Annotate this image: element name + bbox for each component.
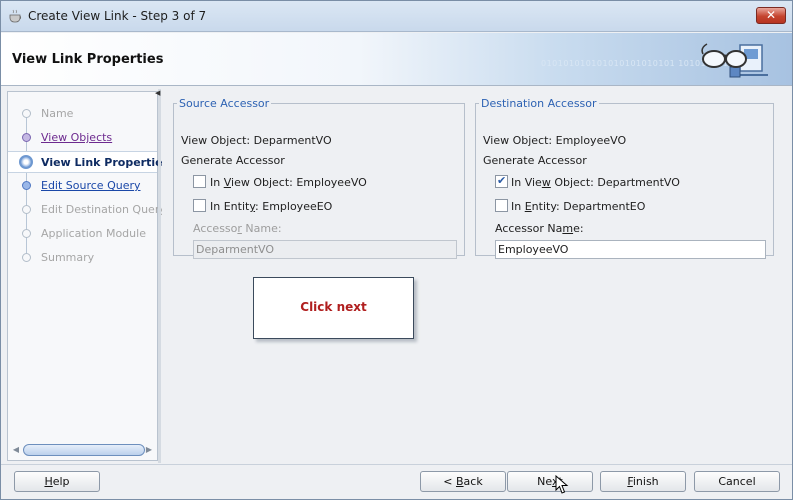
destination-view-object-label: View Object: EmployeeVO — [483, 134, 627, 147]
destination-in-view-object-checkbox[interactable] — [495, 174, 508, 188]
step-dot-icon — [22, 205, 31, 214]
step-dot-icon — [22, 133, 31, 142]
nav-step-label[interactable]: Edit Source Query — [41, 179, 141, 192]
collapse-arrow-icon[interactable]: ◀ — [155, 89, 160, 97]
source-in-view-object-checkbox[interactable] — [193, 175, 206, 188]
nav-step-view-objects[interactable]: View Objects — [8, 127, 157, 149]
destination-in-entity-checkbox[interactable] — [495, 199, 508, 212]
step-dot-icon — [22, 229, 31, 238]
destination-accessor-group: Destination Accessor View Object: Employ… — [475, 97, 774, 259]
nav-step-name: Name — [8, 103, 157, 125]
current-step-icon — [19, 155, 33, 169]
step-dot-icon — [22, 253, 31, 262]
button-bar: Help < Back Next Finish Cancel — [1, 464, 792, 499]
source-in-entity-label[interactable]: In Entity: EmployeeEO — [210, 200, 332, 213]
cancel-button[interactable]: Cancel — [694, 471, 780, 492]
window-title: Create View Link - Step 3 of 7 — [28, 9, 207, 23]
main-panel: Source Accessor View Object: DeparmentVO… — [162, 89, 790, 463]
wizard-step-navigator: Name View Objects View Link Properties E… — [7, 91, 169, 461]
step-dot-icon — [22, 109, 31, 118]
scroll-thumb[interactable] — [23, 444, 145, 456]
source-accessor-name-input: DeparmentVO — [193, 240, 457, 259]
nav-step-label: Name — [41, 107, 74, 120]
dialog-window: Create View Link - Step 3 of 7 ✕ View Li… — [0, 0, 793, 500]
nav-step-edit-source-query[interactable]: Edit Source Query — [8, 175, 157, 197]
source-accessor-name-label: Accessor Name: — [193, 222, 282, 235]
destination-generate-accessor-label: Generate Accessor — [483, 154, 587, 167]
instruction-callout: Click next — [253, 277, 414, 339]
source-in-entity-checkbox[interactable] — [193, 199, 206, 212]
callout-text: Click next — [300, 300, 367, 314]
destination-accessor-name-label: Accessor Name: — [495, 222, 584, 235]
title-bar: Create View Link - Step 3 of 7 ✕ — [1, 1, 792, 32]
destination-in-entity-label[interactable]: In Entity: DepartmentEO — [511, 200, 645, 213]
next-button[interactable]: Next — [507, 471, 593, 492]
nav-step-label: Application Module — [41, 227, 146, 240]
source-in-view-object-label[interactable]: In View Object: EmployeeVO — [210, 176, 367, 189]
nav-step-edit-destination-query: Edit Destination Query — [8, 199, 166, 221]
scroll-right-icon[interactable]: ▶ — [144, 444, 154, 456]
nav-step-summary: Summary — [8, 247, 157, 269]
finish-button[interactable]: Finish — [600, 471, 686, 492]
wizard-header: View Link Properties 0101010101010101010… — [1, 33, 792, 86]
nav-step-application-module: Application Module — [8, 223, 157, 245]
nav-step-label: Edit Destination Query — [41, 203, 166, 216]
close-icon: ✕ — [765, 8, 777, 22]
source-generate-accessor-label: Generate Accessor — [181, 154, 285, 167]
step-dot-icon — [22, 181, 31, 190]
page-title: View Link Properties — [12, 52, 164, 67]
wizard-glasses-icon — [701, 43, 768, 78]
nav-horizontal-scrollbar[interactable]: ◀ ▶ — [11, 443, 154, 457]
destination-in-view-object-label[interactable]: In View Object: DepartmentVO — [511, 176, 680, 189]
mouse-pointer-icon — [555, 475, 569, 494]
source-accessor-legend: Source Accessor — [179, 97, 270, 110]
coffee-cup-icon — [9, 9, 22, 23]
nav-step-label[interactable]: View Objects — [41, 131, 112, 144]
nav-step-label: Summary — [41, 251, 95, 264]
back-button[interactable]: < Back — [420, 471, 506, 492]
close-button[interactable]: ✕ — [756, 7, 786, 24]
source-accessor-group: Source Accessor View Object: DeparmentVO… — [173, 97, 465, 259]
panel-splitter[interactable] — [158, 89, 161, 463]
destination-accessor-name-input[interactable]: EmployeeVO — [495, 240, 766, 259]
scroll-left-icon[interactable]: ◀ — [11, 444, 21, 456]
source-view-object-label: View Object: DeparmentVO — [181, 134, 332, 147]
destination-accessor-legend: Destination Accessor — [481, 97, 597, 110]
help-button[interactable]: Help — [14, 471, 100, 492]
nav-step-label: View Link Properties — [41, 156, 170, 169]
nav-step-view-link-properties[interactable]: View Link Properties — [8, 151, 169, 173]
